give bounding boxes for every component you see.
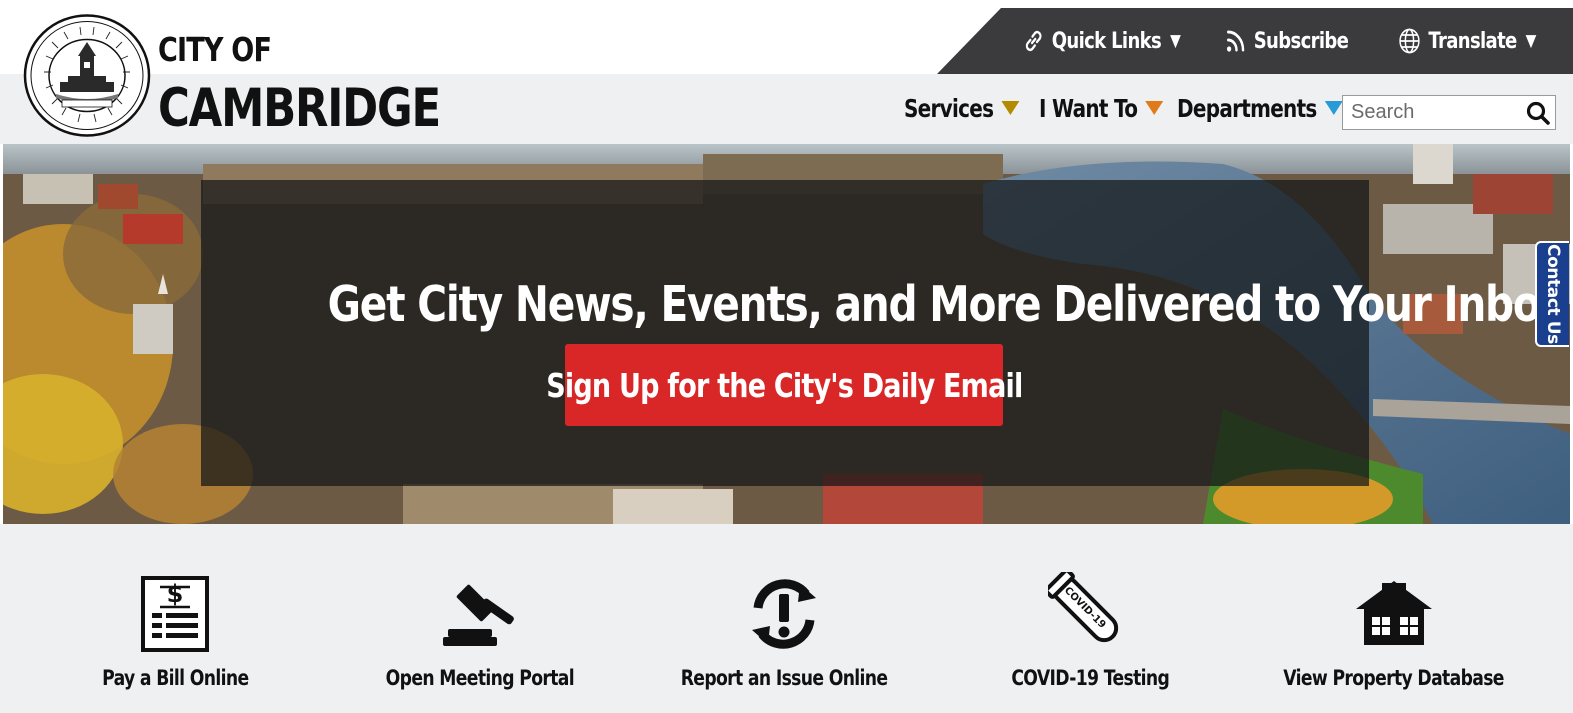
quick-links-label: Quick Links bbox=[1051, 28, 1162, 54]
quick-action-covid-testing[interactable]: COVID-19 COVID-19 Testing bbox=[1010, 524, 1170, 713]
search-icon[interactable] bbox=[1525, 100, 1551, 126]
nav-departments-label: Departments bbox=[1177, 93, 1317, 123]
gavel-icon bbox=[443, 584, 514, 646]
contact-us-tab[interactable]: Contact Us bbox=[1535, 241, 1569, 347]
hero-banner: Get City News, Events, and More Delivere… bbox=[3, 144, 1570, 524]
daily-email-signup-button[interactable]: Sign Up for the City's Daily Email bbox=[546, 344, 1023, 426]
nav-i-want-to-label: I Want To bbox=[1039, 93, 1138, 123]
quick-links-menu[interactable]: Quick Links ▼ bbox=[1023, 8, 1181, 74]
caret-down-icon bbox=[1001, 101, 1020, 115]
chevron-down-icon: ▼ bbox=[1170, 31, 1181, 51]
subscribe-link[interactable]: Subscribe bbox=[1225, 8, 1349, 74]
site-header: Quick Links ▼ Subscribe Translate ▼ CITY… bbox=[0, 0, 1573, 144]
quick-action-label: Report an Issue Online bbox=[680, 666, 888, 690]
brand-line-city-of[interactable]: CITY OF bbox=[158, 30, 272, 69]
link-icon bbox=[1025, 30, 1042, 52]
nav-services-label: Services bbox=[904, 93, 994, 123]
bill-icon: $ bbox=[141, 576, 209, 652]
quick-action-open-meeting-portal[interactable]: Open Meeting Portal bbox=[386, 524, 575, 713]
house-icon bbox=[1356, 581, 1432, 645]
quick-action-report-issue[interactable]: Report an Issue Online bbox=[680, 524, 888, 713]
quick-action-pay-bill[interactable]: $ Pay a Bill Online bbox=[98, 524, 252, 713]
quick-action-label: COVID-19 Testing bbox=[1011, 666, 1170, 690]
quick-action-label: Open Meeting Portal bbox=[385, 666, 575, 690]
rss-icon bbox=[1226, 30, 1245, 52]
quick-action-label: View Property Database bbox=[1283, 666, 1505, 690]
quick-actions: $ Pay a Bill Online Open Meeting Portal … bbox=[0, 524, 1573, 713]
brand-line-cambridge[interactable]: CAMBRIDGE bbox=[158, 78, 441, 139]
hero-overlay: Get City News, Events, and More Delivere… bbox=[201, 180, 1566, 486]
quick-action-label: Pay a Bill Online bbox=[101, 666, 249, 690]
test-tube-icon: COVID-19 bbox=[1048, 572, 1119, 643]
utility-bar: Quick Links ▼ Subscribe Translate ▼ bbox=[937, 8, 1573, 74]
search-input[interactable] bbox=[1343, 96, 1513, 129]
report-issue-icon bbox=[752, 579, 816, 649]
contact-us-label: Contact Us bbox=[1543, 244, 1563, 344]
subscribe-label: Subscribe bbox=[1253, 28, 1349, 54]
city-seal-icon[interactable] bbox=[22, 12, 152, 139]
globe-icon bbox=[1399, 28, 1420, 54]
chevron-down-icon: ▼ bbox=[1525, 31, 1537, 51]
nav-services[interactable]: Services bbox=[904, 88, 1020, 128]
caret-down-icon bbox=[1145, 101, 1164, 115]
caret-down-icon bbox=[1324, 101, 1343, 115]
search-box bbox=[1342, 95, 1556, 130]
nav-departments[interactable]: Departments bbox=[1177, 88, 1343, 128]
nav-i-want-to[interactable]: I Want To bbox=[1039, 88, 1164, 128]
hero-title: Get City News, Events, and More Delivere… bbox=[327, 276, 1566, 333]
quick-action-property-database[interactable]: View Property Database bbox=[1284, 524, 1505, 713]
translate-menu[interactable]: Translate ▼ bbox=[1398, 8, 1536, 74]
svg-text:$: $ bbox=[167, 580, 184, 608]
translate-label: Translate bbox=[1428, 28, 1517, 54]
